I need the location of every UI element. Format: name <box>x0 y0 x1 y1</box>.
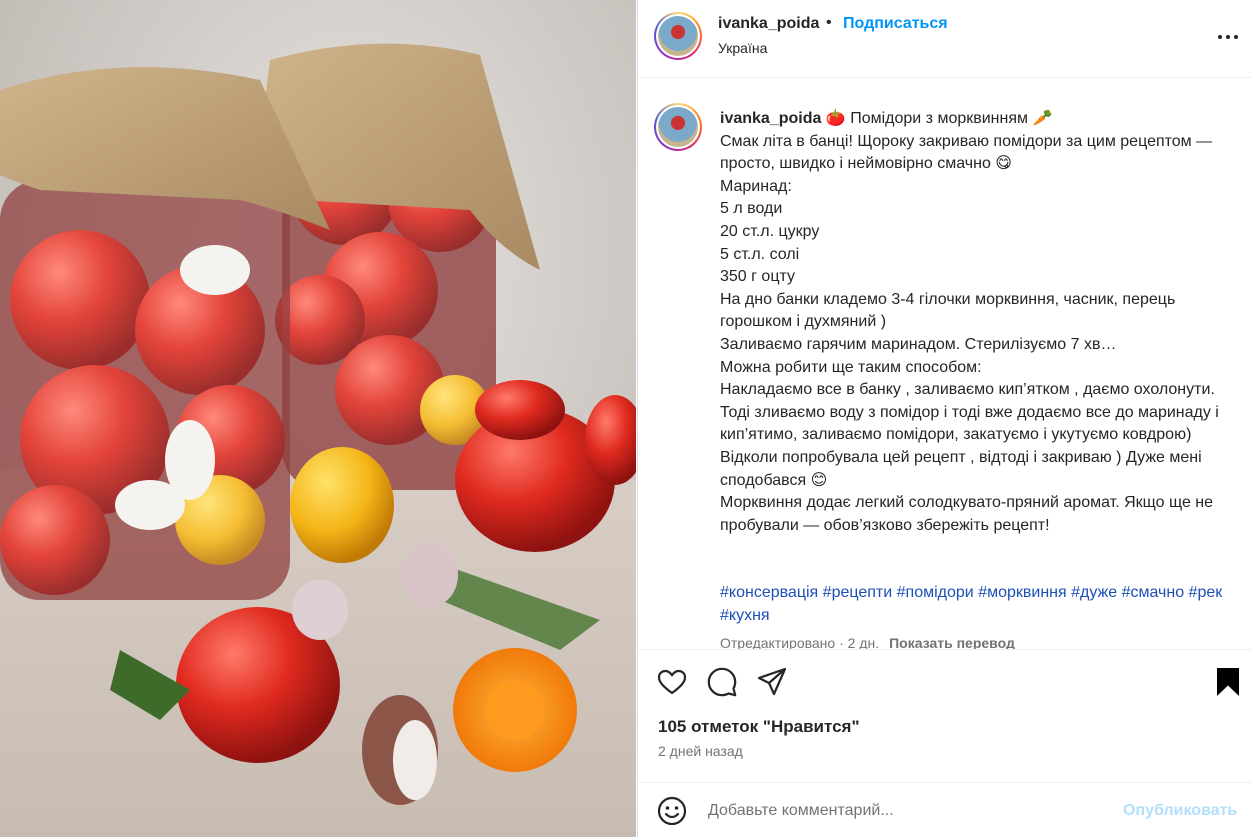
edited-label: Отредактировано · 2 дн. <box>720 635 880 649</box>
action-bar <box>638 649 1252 719</box>
heart-icon[interactable] <box>656 666 688 698</box>
caption-avatar[interactable] <box>654 103 702 151</box>
hashtag-link[interactable]: #морквиння <box>978 584 1066 601</box>
caption-username[interactable]: ivanka_poida <box>720 110 821 127</box>
hashtag-link[interactable]: #дуже <box>1071 584 1117 601</box>
bookmark-icon[interactable] <box>1212 666 1244 698</box>
post-side-panel: ivanka_poida • Подписаться Україна ivank… <box>637 0 1252 837</box>
hashtag-link[interactable]: #кухня <box>720 607 770 624</box>
translate-button[interactable]: Показать перевод <box>889 635 1015 649</box>
comment-input[interactable] <box>708 797 1108 825</box>
separator-dot: • <box>826 14 832 31</box>
smiley-icon[interactable] <box>656 795 688 827</box>
caption-area: ivanka_poida 🍅 Помідори з морквинням 🥕 С… <box>638 79 1252 649</box>
caption-text: ivanka_poida 🍅 Помідори з морквинням 🥕 С… <box>720 108 1245 537</box>
location-link[interactable]: Україна <box>718 40 767 56</box>
hashtag-link[interactable]: #помідори <box>897 584 974 601</box>
caption-body: 🍅 Помідори з морквинням 🥕 Смак літа в ба… <box>720 110 1219 534</box>
tomato-jars-image <box>0 0 636 837</box>
publish-button[interactable]: Опубликовать <box>1123 802 1237 820</box>
caption-meta: Отредактировано · 2 дн. Показать перевод <box>720 635 1015 649</box>
paper-plane-icon[interactable] <box>756 666 788 698</box>
hashtag-link[interactable]: #смачно <box>1122 584 1185 601</box>
comment-bar: Опубликовать <box>638 782 1252 837</box>
like-count[interactable]: 105 отметок "Нравится" <box>658 717 860 737</box>
hashtag-link[interactable]: #консервація <box>720 584 818 601</box>
hashtag-link[interactable]: #рек <box>1189 584 1223 601</box>
avatar[interactable] <box>654 12 702 60</box>
header-username[interactable]: ivanka_poida <box>718 15 819 33</box>
comment-bubble-icon[interactable] <box>706 666 738 698</box>
post-photo[interactable] <box>0 0 636 837</box>
post-time[interactable]: 2 дней назад <box>658 743 743 759</box>
hashtag-link[interactable]: #рецепти <box>823 584 893 601</box>
more-options-icon[interactable] <box>1216 27 1240 47</box>
post-header: ivanka_poida • Подписаться Україна <box>638 0 1252 78</box>
follow-button[interactable]: Подписаться <box>843 15 948 33</box>
hashtag-list: #консервація #рецепти #помідори #морквин… <box>720 582 1245 627</box>
